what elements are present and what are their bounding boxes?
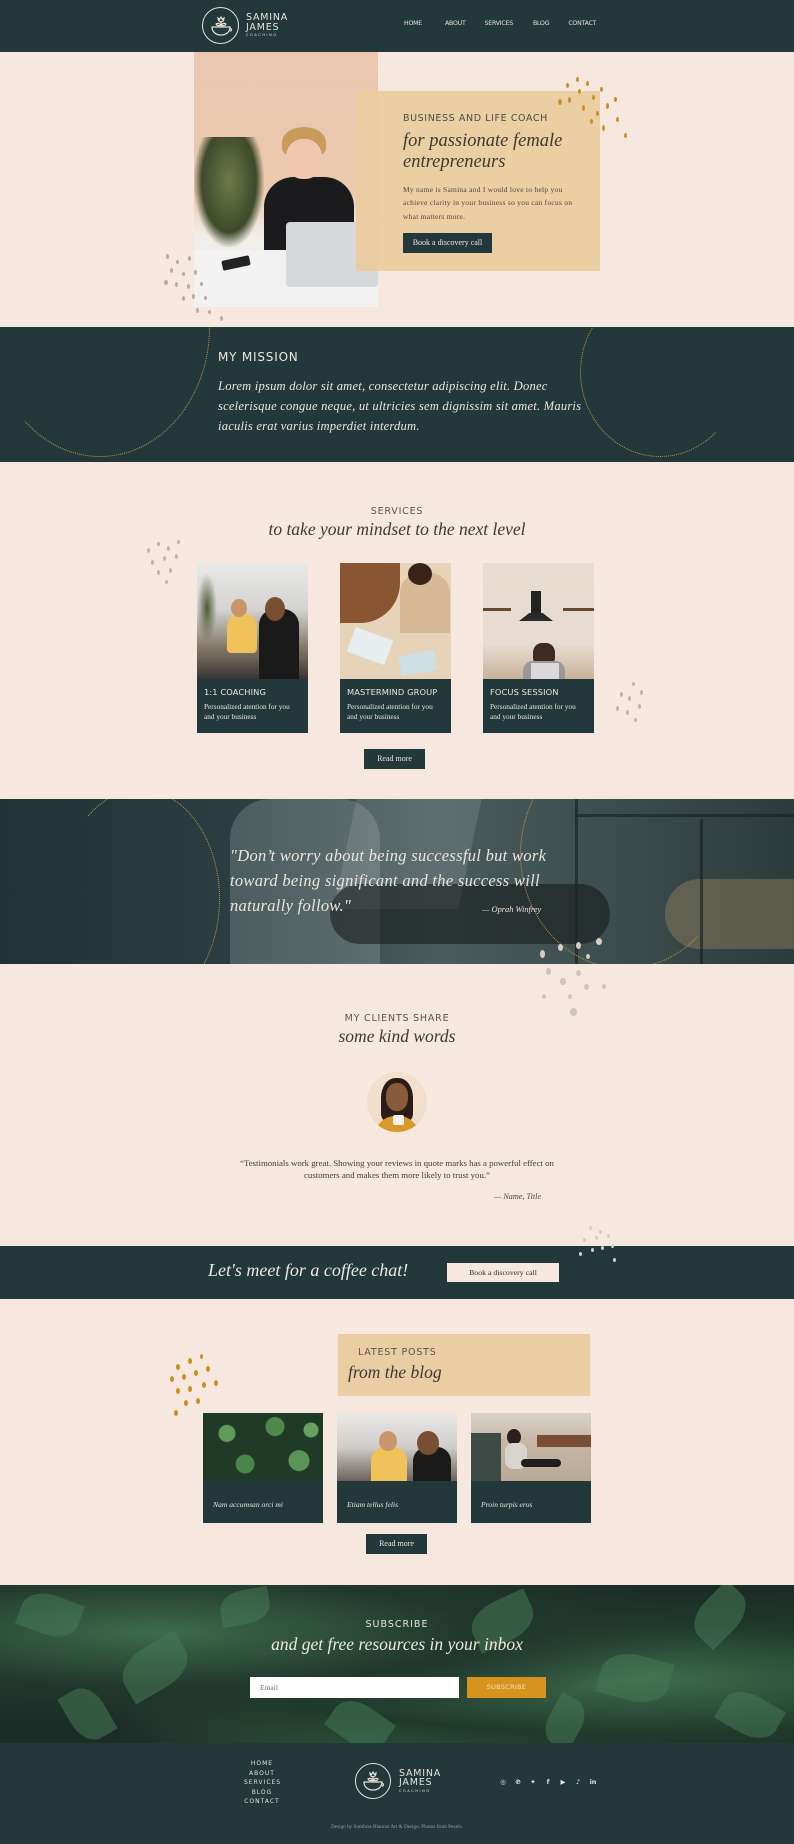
brand-logo[interactable]: SAMINA JAMES COACHING [202,7,288,44]
nav-blog[interactable]: BLOG [533,20,550,27]
service-desc: Personalized atention for you and your b… [490,702,576,721]
coffee-cta-section: Let's meet for a coffee chat! Book a dis… [0,1226,794,1299]
testimonial-text: “Testimonials work great. Showing your r… [240,1158,554,1180]
testimonials-kicker: MY CLIENTS SHARE [344,1013,450,1024]
service-title: 1:1 COACHING [204,687,267,697]
mission-section: MY MISSION Lorem ipsum dolor sit amet, c… [0,327,794,462]
decorative-dotted-curve [0,327,210,457]
service-card-coaching[interactable]: 1:1 COACHING Personalized atention for y… [197,563,308,733]
blog-section: LATEST POSTS from the blog Nam accumsan … [0,1299,794,1585]
brand-name-line2: JAMES [399,1777,433,1789]
footer-nav-blog[interactable]: BLOG [244,1788,280,1798]
coffee-title: Let's meet for a coffee chat! [208,1260,409,1280]
decorative-dotted-curve [580,327,740,457]
services-kicker: SERVICES [370,506,424,517]
blog-post-card[interactable]: Etiam tellus felis [337,1413,457,1523]
flower-cup-icon [355,1763,391,1799]
services-read-more-button[interactable]: Read more [364,749,425,769]
decorative-dots-light [538,934,618,964]
mission-heading: MY MISSION [218,350,299,364]
site-header: SAMINA JAMES COACHING HOME ABOUT SERVICE… [0,0,794,52]
post-image [337,1413,457,1481]
service-title: FOCUS SESSION [490,687,559,697]
email-input[interactable] [250,1677,459,1698]
footer-nav: HOME ABOUT SERVICES BLOG CONTACT [244,1759,280,1807]
blog-header: LATEST POSTS from the blog [338,1334,590,1396]
subscribe-button[interactable]: SUBSCRIBE [467,1677,546,1698]
decorative-dots-gold [556,75,631,145]
post-title: Proin turpis eros [481,1500,533,1509]
mission-body: Lorem ipsum dolor sit amet, consectetur … [218,379,582,433]
footer-credit: Design by Sombras Blancas Art & Design. … [331,1824,463,1830]
subscribe-section: SUBSCRIBE and get free resources in your… [0,1585,794,1743]
testimonial-attribution: — Name, Title [494,1192,542,1201]
footer-nav-about[interactable]: ABOUT [244,1769,280,1779]
blog-post-card[interactable]: Nam accumsan orci mi [203,1413,323,1523]
subscribe-kicker: SUBSCRIBE [365,1619,429,1630]
facebook-icon[interactable]: f [544,1778,552,1786]
brand-tagline: COACHING [399,1788,431,1793]
post-title: Nam accumsan orci mi [213,1500,283,1509]
service-image [483,563,594,679]
pinterest-icon[interactable]: ℗ [514,1778,522,1786]
tiktok-icon[interactable]: ♪ [574,1778,582,1786]
footer-logo[interactable]: SAMINA JAMES COACHING [355,1763,441,1799]
quote-author: — Oprah Winfrey [482,905,542,914]
decorative-dots-light [575,1224,625,1274]
book-discovery-call-button[interactable]: Book a discovery call [403,233,492,254]
linkedin-icon[interactable]: in [589,1778,597,1786]
coffee-book-call-button[interactable]: Book a discovery call [447,1263,559,1282]
twitter-icon[interactable]: ✦ [529,1778,537,1786]
service-image [197,563,308,679]
footer-nav-contact[interactable]: CONTACT [244,1797,280,1807]
post-image [471,1413,591,1481]
nav-services[interactable]: SERVICES [485,20,514,27]
hero-body: My name is Samina and I would love to he… [403,185,573,221]
service-card-focus[interactable]: FOCUS SESSION Personalized atention for … [483,563,594,733]
service-image [340,563,451,679]
social-links: ◎ ℗ ✦ f ▶ ♪ in [499,1778,597,1786]
main-nav: HOME ABOUT SERVICES BLOG CONTACT [404,20,596,27]
nav-about[interactable]: ABOUT [445,20,466,27]
blog-read-more-button[interactable]: Read more [366,1534,427,1554]
flower-cup-icon [202,7,239,44]
hero-title: for passionate female entrepreneurs [403,131,563,172]
blog-kicker: LATEST POSTS [358,1347,437,1358]
service-card-mastermind[interactable]: MASTERMIND GROUP Personalized atention f… [340,563,451,733]
subscribe-title: and get free resources in your inbox [271,1634,523,1654]
decorative-dots-gray [145,540,190,585]
brand-tagline: COACHING [246,33,278,38]
site-footer: HOME ABOUT SERVICES BLOG CONTACT SAMINA … [0,1743,794,1844]
hero-section: BUSINESS AND LIFE COACH for passionate f… [0,52,794,327]
services-section: SERVICES to take your mindset to the nex… [0,462,794,799]
hero-kicker: BUSINESS AND LIFE COACH [403,113,548,124]
decorative-dotted-curve [60,799,220,964]
service-title: MASTERMIND GROUP [347,687,438,697]
footer-nav-services[interactable]: SERVICES [244,1778,280,1788]
post-title: Etiam tellus felis [347,1500,399,1509]
instagram-icon[interactable]: ◎ [499,1778,507,1786]
decorative-dots-gold [166,1354,226,1419]
decorative-dots-gray [612,680,652,725]
service-desc: Personalized atention for you and your b… [204,702,290,721]
brand-name-line2: JAMES [246,21,280,33]
post-image [203,1413,323,1481]
footer-nav-home[interactable]: HOME [244,1759,280,1769]
blog-title: from the blog [348,1362,442,1382]
blog-post-card[interactable]: Proin turpis eros [471,1413,591,1523]
services-title: to take your mindset to the next level [268,519,526,539]
client-avatar [367,1072,427,1132]
nav-contact[interactable]: CONTACT [568,20,596,27]
decorative-dots-gray [162,252,242,322]
nav-home[interactable]: HOME [404,20,422,27]
testimonials-title: some kind words [338,1026,456,1046]
testimonials-section: MY CLIENTS SHARE some kind words “Testim… [0,964,794,1246]
youtube-icon[interactable]: ▶ [559,1778,567,1786]
service-desc: Personalized atention for you and your b… [347,702,433,721]
quote-section: "Don’t worry about being successful but … [0,799,794,964]
